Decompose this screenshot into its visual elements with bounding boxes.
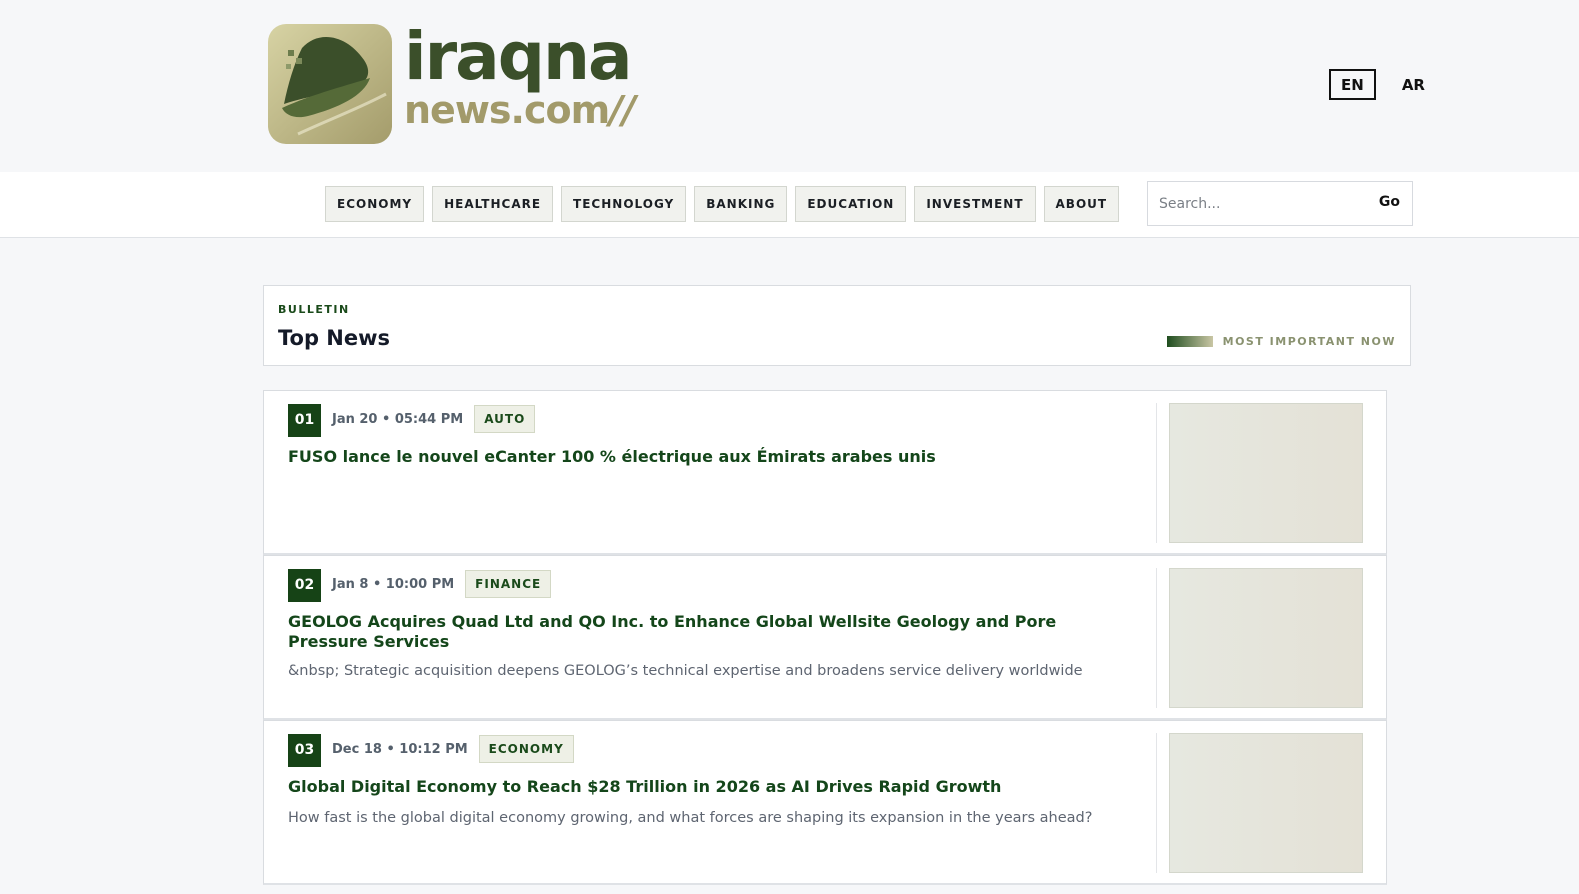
article-divider [1156,403,1157,543]
category-badge[interactable]: AUTO [474,405,536,433]
nav-item-healthcare[interactable]: HEALTHCARE [432,186,554,222]
lang-ar-button[interactable]: AR [1390,69,1437,100]
search-input[interactable] [1148,182,1358,225]
bulletin-kicker: BULLETIN [278,303,350,316]
article-date: Jan 20 • 05:44 PM [332,411,464,427]
category-badge[interactable]: FINANCE [465,570,552,598]
logo-badge-icon [268,24,392,144]
nav-item-technology[interactable]: TECHNOLOGY [561,186,687,222]
nav-item-investment[interactable]: INVESTMENT [914,186,1036,222]
lang-en-button[interactable]: EN [1329,69,1376,100]
article-summary: &nbsp; Strategic acquisition deepens GEO… [288,663,1083,679]
article-divider [1156,568,1157,708]
article-thumbnail[interactable] [1169,403,1363,543]
nav-item-banking[interactable]: BANKING [694,186,788,222]
news-item[interactable]: 01 Jan 20 • 05:44 PM AUTO FUSO lance le … [263,390,1387,555]
article-thumbnail[interactable] [1169,568,1363,708]
main-navbar: ECONOMY HEALTHCARE TECHNOLOGY BANKING ED… [0,172,1579,238]
news-item[interactable]: 02 Jan 8 • 10:00 PM FINANCE GEOLOG Acqui… [263,555,1387,720]
site-header: iraqna news.com// EN AR [0,0,1579,172]
logo-slashes: // [609,88,636,132]
news-list: 01 Jan 20 • 05:44 PM AUTO FUSO lance le … [263,390,1387,885]
category-badge[interactable]: ECONOMY [478,735,574,763]
rank-badge: 01 [288,404,321,437]
article-date: Jan 8 • 10:00 PM [332,576,455,592]
language-switcher: EN AR [1329,69,1437,100]
main-nav: ECONOMY HEALTHCARE TECHNOLOGY BANKING ED… [325,186,1120,222]
article-meta: Jan 8 • 10:00 PM FINANCE [332,570,552,598]
search-go-button[interactable]: Go [1379,194,1400,210]
article-thumbnail[interactable] [1169,733,1363,873]
rank-badge: 02 [288,569,321,602]
article-title[interactable]: FUSO lance le nouvel eCanter 100 % élect… [288,447,1128,467]
gradient-bar-icon [1166,336,1213,347]
article-title[interactable]: GEOLOG Acquires Quad Ltd and QO Inc. to … [288,612,1128,652]
article-meta: Jan 20 • 05:44 PM AUTO [332,405,536,433]
rank-badge: 03 [288,734,321,767]
nav-item-about[interactable]: ABOUT [1043,186,1120,222]
bulletin-tag-group: MOST IMPORTANT NOW [1166,335,1396,348]
section-title: Top News [278,326,391,350]
article-summary: How fast is the global digital economy g… [288,810,1093,826]
logo-main-text: iraqna [404,18,632,95]
bulletin-tag: MOST IMPORTANT NOW [1222,335,1396,348]
article-meta: Dec 18 • 10:12 PM ECONOMY [332,735,574,763]
article-divider [1156,733,1157,873]
news-item[interactable]: 03 Dec 18 • 10:12 PM ECONOMY Global Digi… [263,720,1387,885]
article-title[interactable]: Global Digital Economy to Reach $28 Tril… [288,777,1128,797]
logo-sub-text: news.com// [404,88,636,132]
search-box: Go [1147,181,1413,226]
logo-domain-text: news.com [404,88,610,132]
nav-item-economy[interactable]: ECONOMY [325,186,425,222]
bulletin-header: BULLETIN Top News MOST IMPORTANT NOW [263,285,1411,366]
site-logo[interactable]: iraqna news.com// [268,24,636,146]
logo-wordmark: iraqna news.com// [404,18,636,132]
article-date: Dec 18 • 10:12 PM [332,741,468,757]
nav-item-education[interactable]: EDUCATION [795,186,907,222]
